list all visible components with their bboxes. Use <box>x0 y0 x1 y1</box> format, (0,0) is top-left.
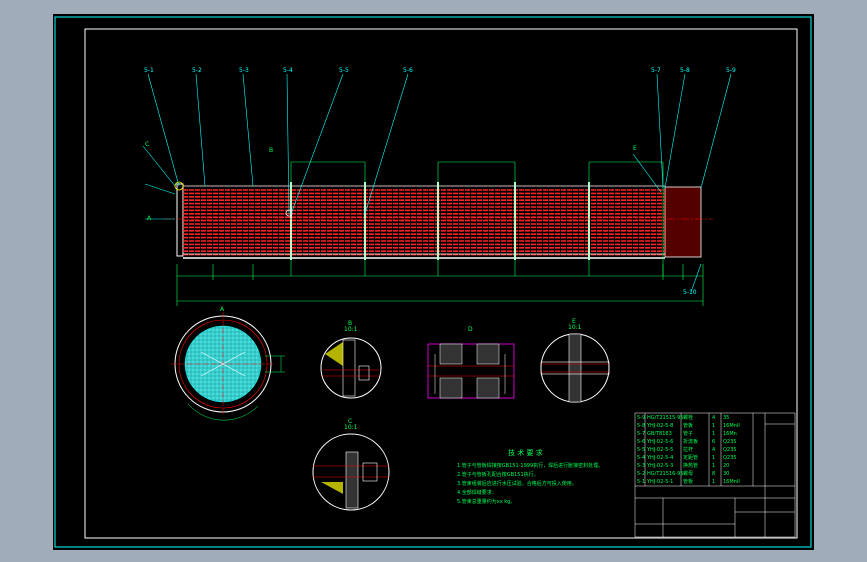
tech-req-title: 技 术 要 求 <box>508 449 543 457</box>
bom-cell: 5-3 <box>637 463 646 469</box>
bom-cell: 30 <box>723 471 730 477</box>
section-a-view <box>171 312 285 421</box>
bom-cell: 5-4 <box>637 455 646 461</box>
detail-c-scale: 10:1 <box>344 424 358 431</box>
bom-cell: 定距管 <box>683 455 699 461</box>
bom-cell: YHJ-02-5-8 <box>647 423 674 429</box>
detail-e-scale: 10:1 <box>568 324 582 331</box>
drawing-canvas <box>54 16 812 548</box>
bom-cell: 1 <box>712 463 716 469</box>
tech-req-line: 4.全部焊缝要求： <box>457 490 497 496</box>
section-mark-e: E <box>633 145 637 152</box>
callout-5-8: 5-8 <box>680 67 690 74</box>
bom-cell: 5-6 <box>637 439 646 445</box>
detail-b-view <box>320 337 382 399</box>
callout-5-9: 5-9 <box>726 67 736 74</box>
bom-cell: Q235 <box>723 455 737 461</box>
callout-5-3: 5-3 <box>239 67 249 74</box>
bom-cell: Q235 <box>723 447 737 453</box>
bom-cell: YHJ-02-5-1 <box>647 479 674 485</box>
bom-cell: 管板 <box>683 479 694 485</box>
bom-cell: 4 <box>712 447 716 453</box>
bom-cell: 换热管 <box>683 463 699 469</box>
bom-cell: 5-7 <box>637 431 646 437</box>
bom-cell: 管子 <box>683 431 694 437</box>
bom-cell: 5-1 <box>637 479 646 485</box>
bom-cell: 1 <box>712 423 716 429</box>
section-a-title: A <box>220 306 225 313</box>
bom-cell: YHJ-02-5-5 <box>647 447 674 453</box>
tube-rows <box>183 185 665 256</box>
callout-5-6: 5-6 <box>403 67 413 74</box>
section-mark-a: A <box>147 215 152 222</box>
bom-cell: 16MnII <box>723 423 740 429</box>
bom-cell: YHJ-02-5-6 <box>647 439 674 445</box>
tech-req-line: 2.管子与管板孔配合按GB151执行。 <box>457 472 539 478</box>
callout-5-7: 5-7 <box>651 67 661 74</box>
detail-c-view <box>312 433 390 511</box>
bom-cell: YHJ-02-5-4 <box>647 455 674 461</box>
drawing-sheet: 5-1 5-2 5-3 5-4 5-5 5-6 5-7 5-8 5-9 5-10… <box>53 14 814 550</box>
callout-5-4: 5-4 <box>283 67 293 74</box>
bom-cell: GB/T8163 <box>647 431 672 437</box>
bom-cell: 折流板 <box>683 439 699 445</box>
callout-5-10: 5-10 <box>683 289 697 296</box>
tech-req-line: 5.管束总重量约为xx kg。 <box>457 499 516 505</box>
bom-cell: 1 <box>712 455 716 461</box>
section-mark-b: B <box>269 147 274 154</box>
callout-5-2: 5-2 <box>192 67 202 74</box>
bom-cell: 拉杆 <box>683 447 694 453</box>
bom-cell: HG/T21515-95 <box>647 415 684 421</box>
bom-cell: 8 <box>712 471 716 477</box>
detail-d-title: D <box>468 326 473 333</box>
callout-5-1: 5-1 <box>144 67 154 74</box>
detail-e-view <box>540 333 610 403</box>
bom-cell: 5-9 <box>637 415 646 421</box>
bom-cell: 5-8 <box>637 423 646 429</box>
bom-cell: HG/T21516-95 <box>647 471 684 477</box>
bom-cell: 5-5 <box>637 447 646 453</box>
bom-cell: 1 <box>712 479 716 485</box>
bom-cell: 螺母 <box>683 471 694 477</box>
section-mark-c: C <box>145 141 150 148</box>
bom-cell: 6 <box>712 439 716 445</box>
bom-cell: 16Mn <box>723 431 737 437</box>
detail-b-scale: 10:1 <box>344 326 358 333</box>
detail-d-view <box>427 343 515 399</box>
inner-frame <box>84 28 798 539</box>
tech-req-line: 1.管子与管板焊接按GB151-1999执行，焊后进行胀接密封处理。 <box>457 463 604 469</box>
bom-cell: 35 <box>723 415 730 421</box>
callout-5-5: 5-5 <box>339 67 349 74</box>
bom-cell: Q235 <box>723 439 737 445</box>
bom-cell: 5-2 <box>637 471 646 477</box>
bom-cell: 16MnII <box>723 479 740 485</box>
bom-cell: 螺栓 <box>683 415 694 421</box>
tech-req-line: 3.管束组装后应进行水压试验，合格后方可投入使用。 <box>457 481 577 487</box>
right-tube-sheet <box>664 186 702 258</box>
bom-cell: 管板 <box>683 423 694 429</box>
bom-cell: YHJ-02-5-3 <box>647 463 674 469</box>
bom-cell: 4 <box>712 415 716 421</box>
left-tube-sheet <box>176 183 184 257</box>
bom-cell: 20 <box>723 463 730 469</box>
bom-cell: 1 <box>712 431 716 437</box>
